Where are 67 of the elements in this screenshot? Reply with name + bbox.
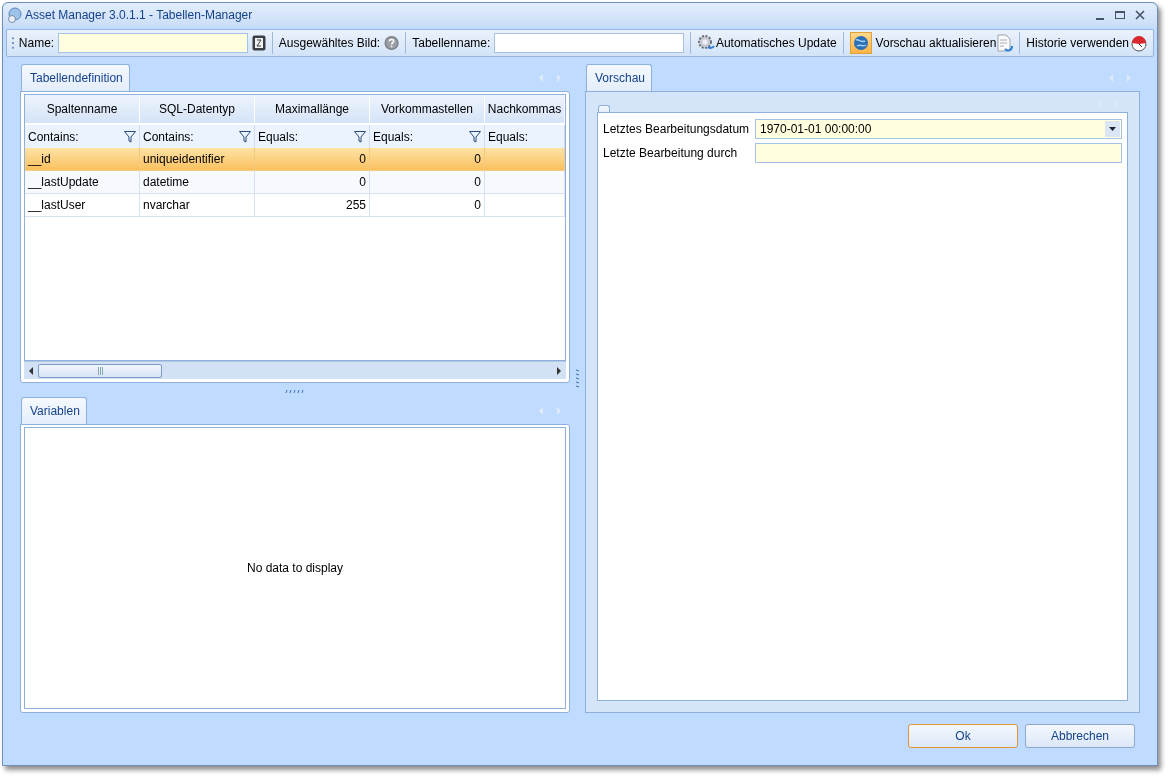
toolbar-button[interactable]: Automatisches Update bbox=[696, 34, 837, 52]
filter-icon bbox=[239, 130, 251, 143]
field-label: Letzte Bearbeitung durch bbox=[603, 146, 739, 160]
image-label: Ausgewähltes Bild: bbox=[278, 36, 381, 50]
sort-icon bbox=[251, 35, 266, 51]
help-icon bbox=[384, 35, 400, 51]
table-row[interactable]: __lastUser nvarchar 255 0 bbox=[25, 194, 565, 217]
table-cell: __id bbox=[28, 152, 51, 166]
table-cell: datetime bbox=[143, 175, 190, 189]
globe-icon bbox=[852, 35, 869, 51]
name-field[interactable] bbox=[58, 33, 248, 53]
table-cell: 0 bbox=[474, 198, 481, 212]
table-cell: 255 bbox=[345, 198, 366, 212]
close-icon bbox=[1133, 9, 1147, 21]
splitter-grip-icon bbox=[576, 369, 579, 389]
document-refresh-icon bbox=[997, 34, 1014, 52]
dropdown-arrow-icon bbox=[1109, 127, 1116, 131]
filter-icon bbox=[124, 130, 136, 143]
scroll-right-icon bbox=[556, 366, 562, 375]
tab-scroll-arrows-icon bbox=[1108, 73, 1132, 83]
field-label: Letztes Bearbeitungsdatum bbox=[603, 122, 751, 136]
table-cell: 0 bbox=[474, 175, 481, 189]
refresh-toggle[interactable] bbox=[849, 32, 872, 54]
splitter-grip-icon bbox=[285, 390, 305, 393]
table-cell: 0 bbox=[359, 152, 366, 166]
tab-scroll-arrows-icon bbox=[538, 406, 562, 416]
table-cell: uniqueidentifier bbox=[143, 152, 225, 166]
table-cell: 0 bbox=[359, 175, 366, 189]
sort-button[interactable] bbox=[251, 35, 266, 51]
column-header[interactable]: Maximallänge bbox=[255, 95, 370, 125]
toolbar-button[interactable]: Historie verwenden bbox=[1026, 34, 1149, 52]
maximize-icon bbox=[1113, 9, 1127, 21]
column-header[interactable]: Nachkommas bbox=[485, 95, 565, 125]
horizontal-scrollbar[interactable] bbox=[24, 361, 566, 379]
scroll-left-icon bbox=[28, 366, 34, 375]
panel-tab[interactable]: Variablen bbox=[21, 397, 87, 424]
column-header[interactable]: Spaltenname bbox=[25, 95, 140, 125]
panel-tab[interactable]: Tabellendefinition bbox=[21, 64, 130, 91]
table-cell: __lastUpdate bbox=[28, 175, 99, 189]
clock-icon bbox=[1130, 34, 1149, 52]
filter-icon bbox=[354, 130, 366, 143]
table-name-label: Tabellenname: bbox=[412, 36, 491, 50]
column-header[interactable]: SQL-Datentyp bbox=[140, 95, 255, 125]
minimize-icon bbox=[1096, 18, 1104, 20]
table-cell: 0 bbox=[474, 152, 481, 166]
app-icon bbox=[7, 7, 23, 23]
table-row[interactable]: __lastUpdate datetime 0 0 bbox=[25, 171, 565, 194]
column-header[interactable]: Vorkommastellen bbox=[370, 95, 485, 125]
tab-scroll-arrows-icon bbox=[538, 73, 562, 83]
table-name-field[interactable] bbox=[494, 33, 684, 53]
toolbar-button[interactable]: Vorschau aktualisieren bbox=[875, 34, 1014, 52]
window-title: Asset Manager 3.0.1.1 - Tabellen-Manager bbox=[25, 8, 254, 22]
table-cell: __lastUser bbox=[28, 198, 86, 212]
empty-message: No data to display bbox=[246, 561, 344, 575]
panel-tab[interactable]: Vorschau bbox=[586, 64, 653, 91]
dialog-button[interactable]: Ok bbox=[908, 724, 1018, 748]
table-row[interactable]: __id uniqueidentifier 0 0 bbox=[25, 148, 565, 171]
filter-icon bbox=[469, 130, 481, 143]
name-label: Name: bbox=[18, 36, 55, 50]
dialog-button[interactable]: Abbrechen bbox=[1025, 724, 1135, 748]
grip-icon bbox=[12, 36, 15, 50]
scroll-thumb[interactable] bbox=[38, 363, 162, 378]
date-dropdown[interactable]: 1970-01-01 00:00:00 bbox=[755, 119, 1122, 139]
table-cell: nvarchar bbox=[143, 198, 190, 212]
text-field[interactable] bbox=[755, 143, 1122, 163]
gear-icon bbox=[696, 34, 715, 52]
grip-icon bbox=[97, 366, 103, 375]
